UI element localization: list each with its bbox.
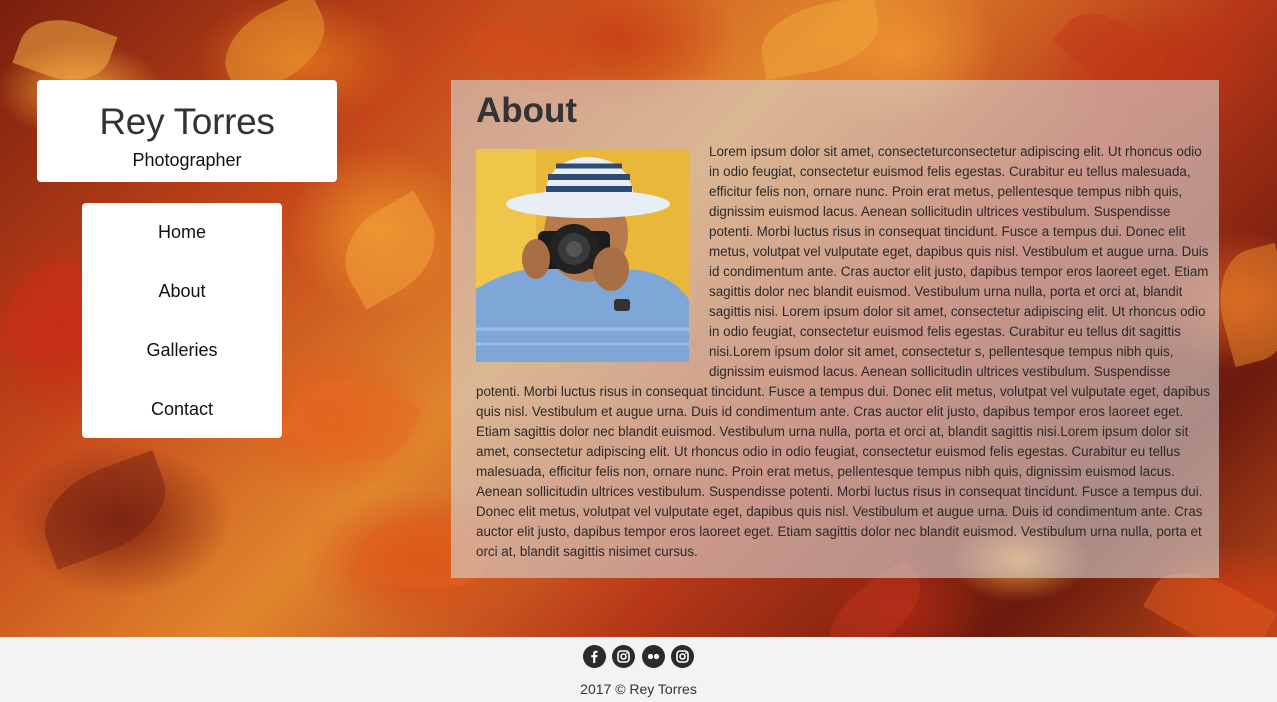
main-nav: Home About Galleries Contact [82, 203, 282, 438]
flickr-icon[interactable] [641, 645, 665, 668]
instagram-icon[interactable] [671, 645, 695, 668]
brand-box: Rey Torres Photographer [37, 80, 337, 182]
instagram-icon[interactable] [612, 645, 636, 668]
nav-item-about[interactable]: About [82, 262, 282, 321]
facebook-icon[interactable] [582, 645, 606, 668]
social-links [0, 645, 1277, 668]
footer: 2017 © Rey Torres [0, 637, 1277, 702]
nav-item-galleries[interactable]: Galleries [82, 321, 282, 380]
site-title[interactable]: Rey Torres [37, 102, 337, 142]
site-tagline: Photographer [132, 150, 242, 170]
photographer-portrait [476, 149, 689, 362]
copyright-text: 2017 © Rey Torres [580, 681, 697, 697]
nav-item-contact[interactable]: Contact [82, 380, 282, 439]
nav-item-home[interactable]: Home [82, 203, 282, 262]
about-panel: About Lorem ipsum dolor sit amet, consec… [451, 80, 1219, 578]
page-title: About [476, 91, 578, 130]
